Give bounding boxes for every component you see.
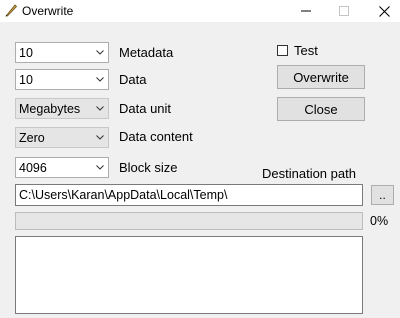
data-label: Data bbox=[119, 72, 147, 87]
overwrite-button[interactable]: Overwrite bbox=[277, 65, 365, 89]
destination-path-input[interactable] bbox=[15, 184, 363, 206]
data-select[interactable]: 10 bbox=[15, 69, 109, 90]
minimize-icon bbox=[301, 10, 311, 12]
destination-path-label: Destination path bbox=[262, 166, 356, 181]
block-size-label: Block size bbox=[119, 160, 178, 175]
window-title: Overwrite bbox=[22, 4, 74, 18]
chevron-down-icon bbox=[92, 99, 108, 118]
close-button[interactable]: Close bbox=[277, 97, 365, 121]
test-checkbox-group[interactable]: Test bbox=[277, 43, 318, 58]
data-content-select[interactable]: Zero bbox=[15, 127, 109, 148]
chevron-down-icon bbox=[92, 70, 108, 89]
test-checkbox[interactable] bbox=[277, 45, 288, 56]
maximize-icon bbox=[339, 6, 349, 16]
log-output[interactable] bbox=[15, 236, 363, 314]
progress-bar bbox=[15, 212, 363, 230]
close-icon bbox=[378, 5, 390, 17]
data-content-label: Data content bbox=[119, 129, 193, 144]
chevron-down-icon bbox=[92, 128, 108, 147]
minimize-button[interactable] bbox=[291, 0, 321, 22]
metadata-value: 10 bbox=[19, 45, 33, 60]
data-value: 10 bbox=[19, 72, 33, 87]
data-unit-select[interactable]: Megabytes bbox=[15, 98, 109, 119]
metadata-label: Metadata bbox=[119, 45, 174, 60]
chevron-down-icon bbox=[92, 43, 108, 62]
maximize-button[interactable] bbox=[329, 0, 359, 22]
block-size-value: 4096 bbox=[19, 160, 47, 175]
data-unit-label: Data unit bbox=[119, 101, 172, 116]
data-content-value: Zero bbox=[19, 130, 45, 145]
test-checkbox-label: Test bbox=[294, 43, 318, 58]
feather-pen-icon bbox=[4, 3, 18, 17]
block-size-select[interactable]: 4096 bbox=[15, 157, 109, 178]
metadata-select[interactable]: 10 bbox=[15, 42, 109, 63]
overwrite-window: Overwrite 10 Metadata 10 Data Megabytes … bbox=[0, 0, 400, 318]
data-unit-value: Megabytes bbox=[19, 101, 81, 116]
title-bar[interactable]: Overwrite bbox=[0, 0, 400, 22]
browse-button[interactable]: .. bbox=[371, 185, 394, 205]
close-window-button[interactable] bbox=[369, 0, 399, 22]
chevron-down-icon bbox=[92, 158, 108, 177]
progress-percent: 0% bbox=[370, 214, 389, 228]
